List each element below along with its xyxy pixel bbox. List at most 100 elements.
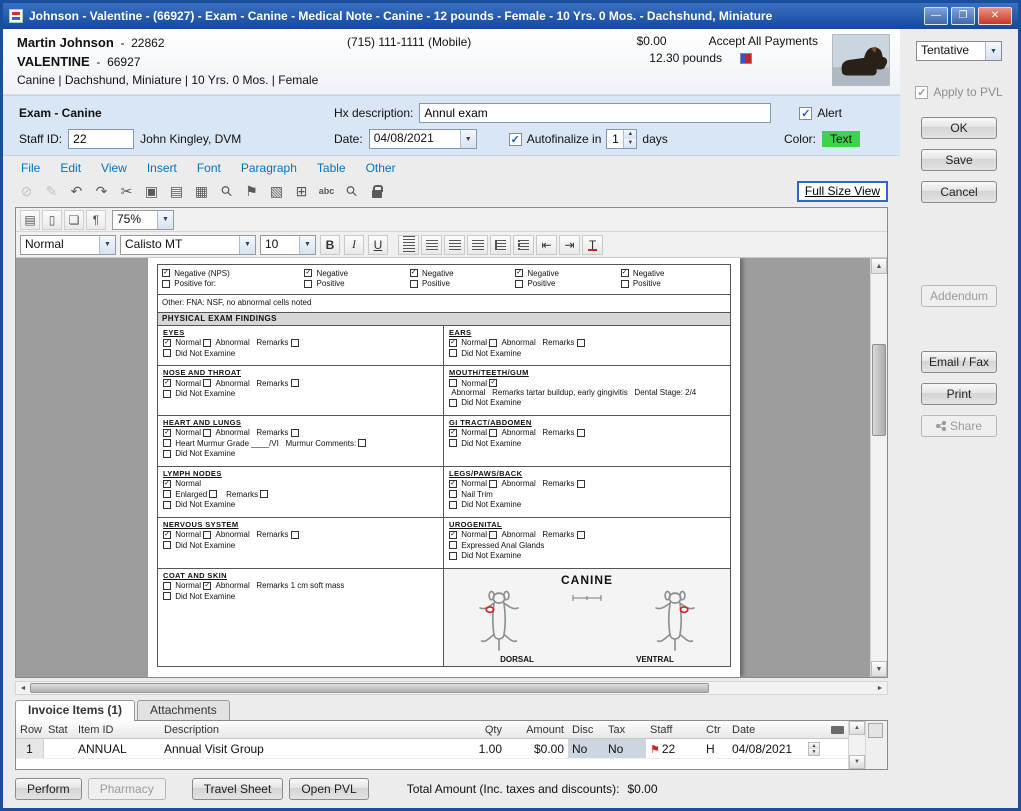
cell-qty[interactable]: 1.00 <box>456 742 506 756</box>
lock-icon[interactable] <box>365 180 388 202</box>
chevron-down-icon[interactable]: ▼ <box>460 130 476 148</box>
ok-button[interactable]: OK <box>921 117 997 139</box>
page-layout-icon[interactable]: ▤ <box>20 210 40 230</box>
invoice-scrollbar[interactable]: ▲ ▼ <box>848 721 865 769</box>
bullet-list-icon[interactable] <box>513 235 534 255</box>
chevron-down-icon[interactable]: ▼ <box>299 236 315 254</box>
menu-paragraph[interactable]: Paragraph <box>241 161 297 175</box>
form-checkbox[interactable]: ✓ <box>163 531 171 539</box>
cell-tax[interactable]: No <box>604 739 646 758</box>
form-checkbox[interactable] <box>489 339 497 347</box>
alert-checkbox[interactable]: ✓ <box>799 107 812 120</box>
menu-other[interactable]: Other <box>366 161 396 175</box>
col-disc[interactable]: Disc <box>568 724 604 736</box>
document-page[interactable]: ✓ Negative (NPS) Positive for:✓ Negative… <box>148 258 740 677</box>
form-checkbox[interactable] <box>577 531 585 539</box>
scroll-up-icon[interactable]: ▲ <box>849 721 865 735</box>
readonly-icon[interactable]: ⊘ <box>15 180 38 202</box>
cell-staff[interactable]: ⚑22 <box>646 742 702 756</box>
travel-sheet-button[interactable]: Travel Sheet <box>192 778 284 800</box>
minimize-button[interactable]: — <box>924 7 948 25</box>
pilcrow-icon[interactable]: ¶ <box>86 210 106 230</box>
scroll-down-icon[interactable]: ▼ <box>849 755 865 769</box>
row-options-box[interactable] <box>868 723 883 738</box>
undo-icon[interactable]: ↶ <box>65 180 88 202</box>
cell-disc[interactable]: No <box>568 739 604 758</box>
outdent-icon[interactable]: ⇤ <box>536 235 557 255</box>
redo-icon[interactable]: ↷ <box>90 180 113 202</box>
print-button[interactable]: Print <box>921 383 997 405</box>
col-item-id[interactable]: Item ID <box>74 724 160 736</box>
cell-ctr[interactable]: H <box>702 742 728 756</box>
indent-icon[interactable]: ⇥ <box>559 235 580 255</box>
status-dropdown[interactable]: Tentative ▼ <box>916 41 1002 61</box>
form-checkbox[interactable]: ✓ <box>163 379 171 387</box>
hscrollbar-thumb[interactable] <box>30 683 709 693</box>
form-checkbox[interactable] <box>515 280 523 288</box>
form-checkbox[interactable] <box>449 490 457 498</box>
font-family-dropdown[interactable]: Calisto MT ▼ <box>120 235 256 255</box>
chevron-down-icon[interactable]: ▼ <box>239 236 255 254</box>
form-checkbox[interactable] <box>449 349 457 357</box>
close-button[interactable]: ✕ <box>978 7 1012 25</box>
form-checkbox[interactable]: ✓ <box>163 339 171 347</box>
form-checkbox[interactable] <box>577 339 585 347</box>
insert-table-icon[interactable]: ⊞ <box>290 180 313 202</box>
date-dropdown[interactable]: 04/08/2021 ▼ <box>369 129 477 149</box>
save-button[interactable]: Save <box>921 149 997 171</box>
form-checkbox[interactable]: ✓ <box>621 269 629 277</box>
form-checkbox[interactable]: ✓ <box>304 269 312 277</box>
print-grid-icon[interactable] <box>831 726 844 734</box>
weight-history-icon[interactable] <box>740 53 752 64</box>
form-checkbox[interactable] <box>203 339 211 347</box>
form-checkbox[interactable] <box>489 480 497 488</box>
col-staff[interactable]: Staff <box>646 724 702 736</box>
autofinalize-checkbox[interactable]: ✓ <box>509 133 522 146</box>
align-right-icon[interactable] <box>444 235 465 255</box>
cancel-button[interactable]: Cancel <box>921 181 997 203</box>
form-checkbox[interactable] <box>163 501 171 509</box>
col-stat[interactable]: Stat <box>44 724 74 736</box>
menu-insert[interactable]: Insert <box>147 161 177 175</box>
form-checkbox[interactable] <box>449 399 457 407</box>
col-tax[interactable]: Tax <box>604 724 646 736</box>
form-checkbox[interactable] <box>203 531 211 539</box>
cell-item-id[interactable]: ANNUAL <box>74 742 160 756</box>
form-checkbox[interactable]: ✓ <box>203 582 211 590</box>
form-checkbox[interactable] <box>163 541 171 549</box>
form-checkbox[interactable] <box>449 552 457 560</box>
chevron-down-icon[interactable]: ▼ <box>99 236 115 254</box>
form-checkbox[interactable] <box>291 531 299 539</box>
titlebar[interactable]: Johnson - Valentine - (66927) - Exam - C… <box>3 3 1018 29</box>
col-qty[interactable]: Qty <box>456 724 506 736</box>
chevron-down-icon[interactable]: ▼ <box>985 42 1001 60</box>
bold-button[interactable]: B <box>320 235 340 255</box>
font-size-dropdown[interactable]: 10 ▼ <box>260 235 316 255</box>
col-date[interactable]: Date <box>728 724 808 736</box>
form-checkbox[interactable] <box>163 592 171 600</box>
form-checkbox[interactable]: ✓ <box>449 531 457 539</box>
perform-button[interactable]: Perform <box>15 778 82 800</box>
menu-edit[interactable]: Edit <box>60 161 81 175</box>
form-checkbox[interactable] <box>163 490 171 498</box>
share-button[interactable]: Share <box>921 415 997 437</box>
scroll-down-icon[interactable]: ▼ <box>871 661 887 677</box>
cell-row-number[interactable]: 1 <box>16 739 44 758</box>
document-scrollbar[interactable]: ▲ ▼ <box>870 258 887 677</box>
copy-icon[interactable]: ▣ <box>140 180 163 202</box>
form-checkbox[interactable] <box>449 439 457 447</box>
form-checkbox[interactable] <box>163 450 171 458</box>
menu-view[interactable]: View <box>101 161 127 175</box>
form-checkbox[interactable] <box>358 439 366 447</box>
form-checkbox[interactable] <box>163 582 171 590</box>
col-ctr[interactable]: Ctr <box>702 724 728 736</box>
form-checkbox[interactable] <box>163 349 171 357</box>
col-row[interactable]: Row <box>16 724 44 736</box>
cell-amount[interactable]: $0.00 <box>506 742 568 756</box>
form-checkbox[interactable] <box>489 531 497 539</box>
form-checkbox[interactable] <box>621 280 629 288</box>
maximize-button[interactable]: ❐ <box>951 7 975 25</box>
edit-pencil-icon[interactable]: ✎ <box>40 180 63 202</box>
form-checkbox[interactable]: ✓ <box>449 480 457 488</box>
paste-icon[interactable]: ▤ <box>165 180 188 202</box>
